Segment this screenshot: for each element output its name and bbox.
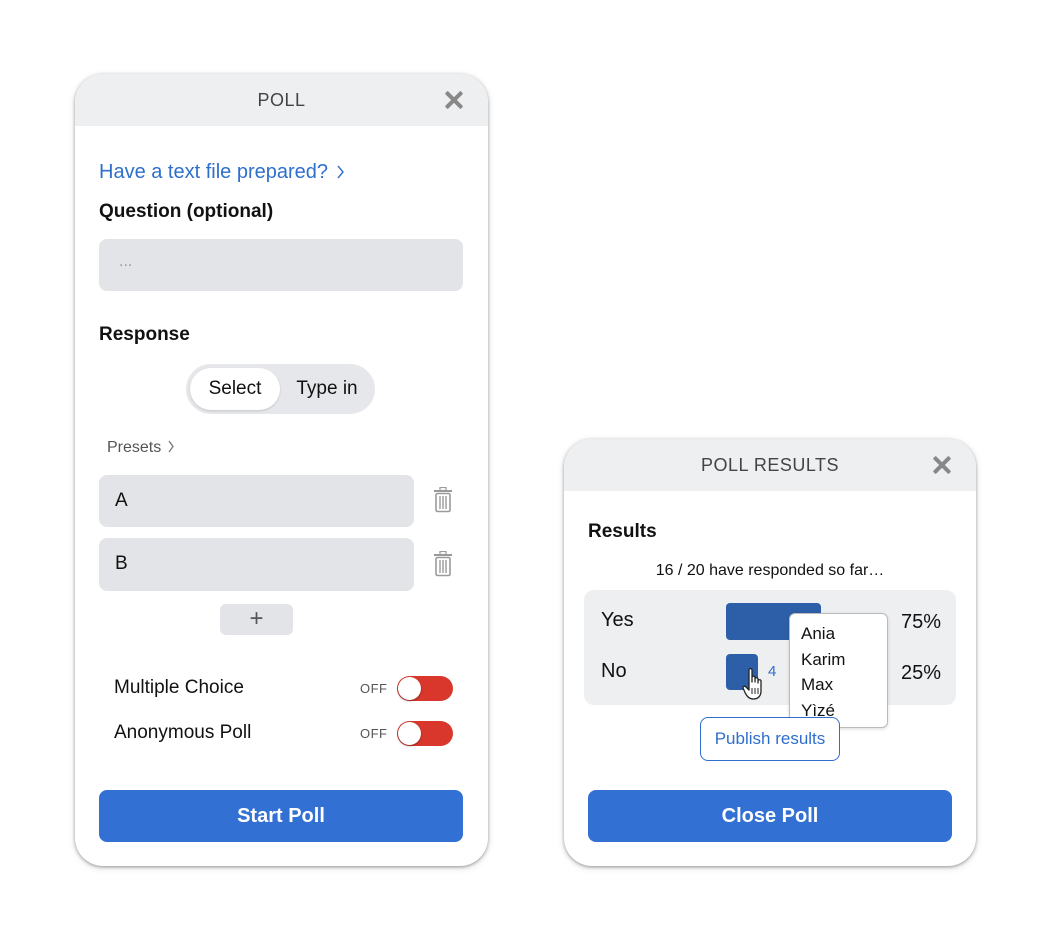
option-input-a[interactable]: A [99, 475, 414, 527]
count-no: 4 [768, 663, 777, 680]
text-file-link[interactable]: Have a text file prepared? [99, 161, 345, 184]
question-placeholder: ... [119, 253, 133, 270]
chevron-right-icon [168, 440, 174, 453]
results-title: POLL RESULTS [700, 455, 840, 475]
toggle-knob [398, 677, 421, 700]
chevron-right-icon [337, 165, 344, 179]
trash-icon[interactable] [432, 551, 454, 577]
question-label: Question (optional) [99, 201, 274, 222]
question-input[interactable]: ... [99, 239, 463, 291]
anonymous-poll-state: OFF [360, 726, 388, 741]
voter-name: Karim [801, 650, 846, 669]
tab-select[interactable]: Select [190, 368, 280, 410]
multiple-choice-label: Multiple Choice [114, 677, 244, 698]
start-poll-button[interactable]: Start Poll [99, 790, 463, 842]
publish-results-button[interactable]: Publish results [700, 717, 840, 761]
response-label: Response [99, 324, 190, 345]
option-input-b[interactable]: B [99, 538, 414, 591]
close-icon[interactable] [932, 455, 952, 475]
option-label-no: No [601, 660, 627, 682]
trash-icon[interactable] [432, 487, 454, 513]
results-table: Yes 75% No 4 25% [584, 590, 956, 705]
presets-label: Presets [107, 439, 162, 456]
text-file-link-label: Have a text file prepared? [99, 161, 329, 183]
voter-name: Max [801, 675, 834, 694]
poll-results-panel: POLL RESULTS Results 16 / 20 have respon… [564, 439, 976, 866]
poll-panel: POLL Have a text file prepared? Question… [75, 74, 488, 866]
hand-pointer-icon [742, 668, 762, 700]
close-icon[interactable] [444, 90, 464, 110]
percent-yes: 75% [901, 611, 942, 633]
plus-icon: + [249, 605, 264, 632]
presets-link[interactable]: Presets [107, 439, 175, 457]
voter-tooltip: Ania Karim Max Yìzé [789, 613, 888, 728]
results-heading: Results [588, 521, 657, 542]
option-label-yes: Yes [601, 609, 634, 631]
multiple-choice-state: OFF [360, 681, 388, 696]
poll-title: POLL [257, 90, 306, 110]
anonymous-poll-label: Anonymous Poll [114, 722, 252, 743]
poll-header: POLL [75, 74, 488, 126]
voter-name: Ania [801, 624, 836, 643]
response-status: 16 / 20 have responded so far… [655, 562, 885, 579]
toggle-knob [398, 722, 421, 745]
multiple-choice-toggle[interactable] [397, 676, 453, 701]
percent-no: 25% [901, 662, 942, 684]
anonymous-poll-toggle[interactable] [397, 721, 453, 746]
close-poll-button[interactable]: Close Poll [588, 790, 952, 842]
add-option-button[interactable]: + [220, 604, 293, 635]
results-header: POLL RESULTS [564, 439, 976, 491]
tab-type-in[interactable]: Type in [283, 368, 371, 410]
response-mode-toggle: Select Type in [186, 364, 375, 414]
